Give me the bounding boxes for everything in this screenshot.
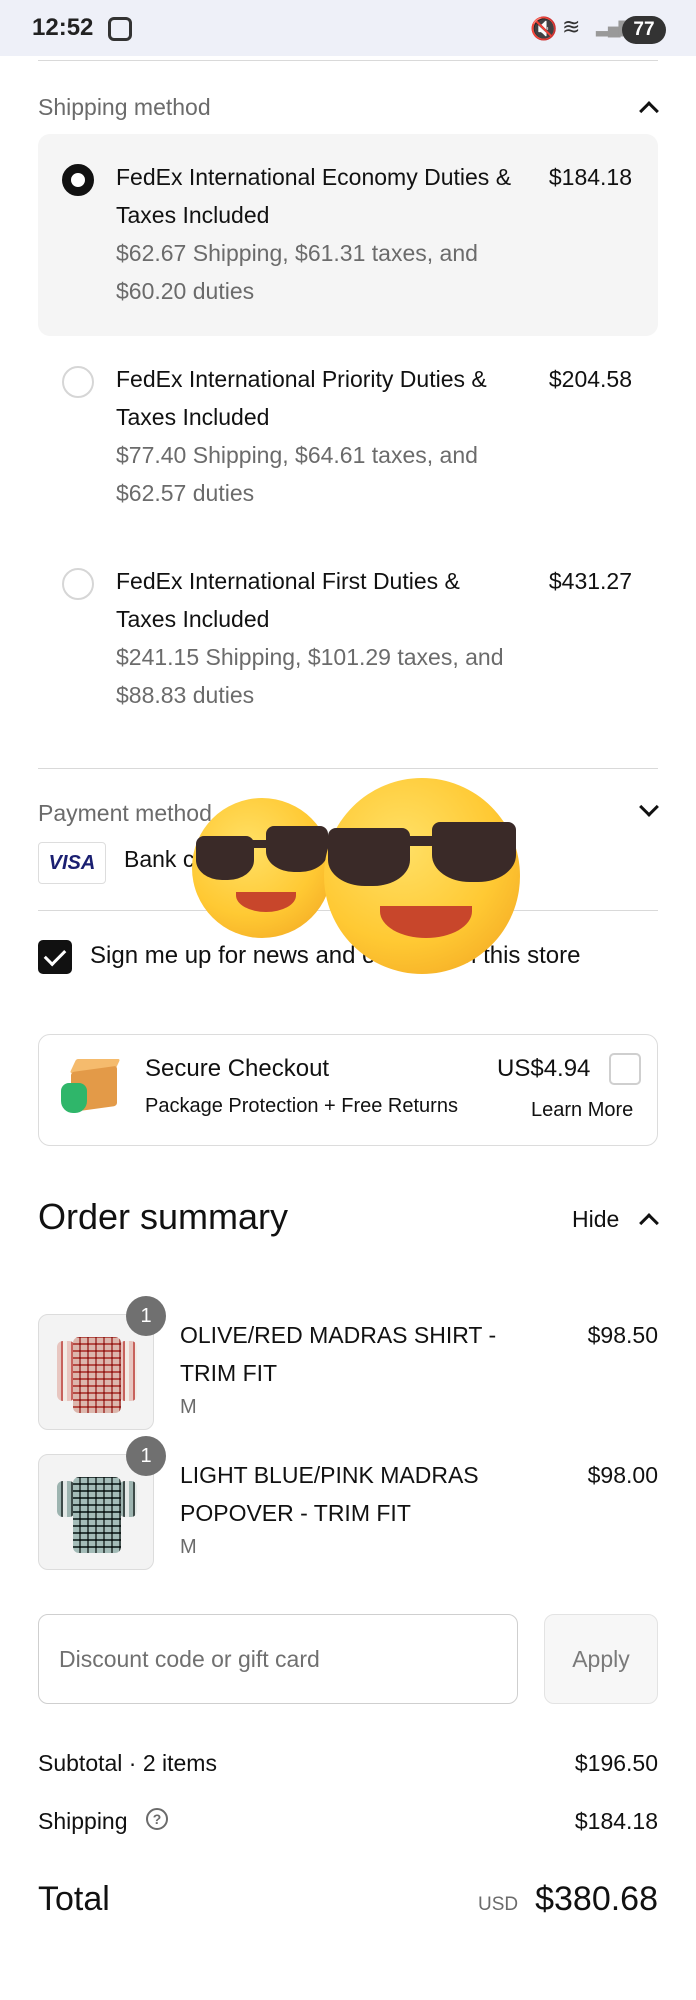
subtotal-label: Subtotal · 2 items (38, 1750, 217, 1776)
product-price: $98.00 (587, 1462, 658, 1488)
total-currency: USD (478, 1894, 519, 1915)
subtotal-value: $196.50 (574, 1750, 658, 1776)
order-summary-title: Order summary (38, 1196, 289, 1237)
battery-icon: 77 (622, 16, 666, 44)
shipping-option-price: $184.18 (548, 164, 632, 190)
radio-unselected-icon[interactable] (62, 366, 94, 398)
total-label: Total (38, 1880, 110, 1918)
total-value: $380.68 (535, 1880, 658, 1918)
shipping-option-name: FedEx International Economy Duties & Tax… (116, 164, 512, 228)
shipping-label: Shipping (38, 1808, 128, 1834)
learn-more-link[interactable]: Learn More (531, 1099, 633, 1122)
secure-checkout-checkbox[interactable] (609, 1053, 641, 1085)
sunglasses-emoji-icon (324, 778, 520, 974)
hide-summary-button[interactable]: Hide (572, 1206, 619, 1233)
shipping-option-name: FedEx International First Duties & Taxes… (116, 568, 460, 632)
visa-icon: VISA (38, 842, 106, 884)
screenshot-icon (108, 17, 132, 41)
shirt-icon (53, 1469, 141, 1557)
shirt-icon (53, 1329, 141, 1417)
product-variant: M (180, 1396, 197, 1418)
shipping-option-detail: $62.67 Shipping, $61.31 taxes, and $60.2… (116, 240, 478, 304)
product-price: $98.50 (587, 1322, 658, 1348)
chevron-down-icon[interactable] (639, 797, 659, 817)
shipping-option-price: $431.27 (548, 568, 632, 594)
quantity-badge: 1 (126, 1436, 166, 1476)
divider (38, 60, 658, 61)
product-variant: M (180, 1536, 197, 1558)
discount-field[interactable] (38, 1614, 518, 1704)
status-bar: 12:52 🔇 ≋ ▂▄▆ 77 (0, 0, 696, 56)
shipping-option-detail: $241.15 Shipping, $101.29 taxes, and $88… (116, 644, 504, 708)
chevron-up-icon[interactable] (639, 1213, 659, 1233)
shipping-option-priority[interactable]: FedEx International Priority Duties & Ta… (38, 336, 658, 538)
secure-checkout-subtitle: Package Protection + Free Returns (145, 1095, 458, 1117)
shipping-option-first[interactable]: FedEx International First Duties & Taxes… (38, 538, 658, 740)
shipping-method-title: Shipping method (38, 94, 211, 120)
shipping-option-detail: $77.40 Shipping, $64.61 taxes, and $62.5… (116, 442, 478, 506)
wifi-icon: ≋ (562, 14, 581, 39)
status-time: 12:52 (32, 14, 94, 41)
product-name: OLIVE/RED MADRAS SHIRT - TRIM FIT (180, 1322, 497, 1386)
mute-icon: 🔇 (530, 16, 558, 41)
shipping-value: $184.18 (574, 1808, 658, 1834)
newsletter-label: Sign me up for news and offers from this… (90, 942, 581, 969)
shipping-option-name: FedEx International Priority Duties & Ta… (116, 366, 487, 430)
secure-checkout-title: Secure Checkout (145, 1055, 330, 1082)
divider (38, 768, 658, 769)
secure-checkout-card: Secure Checkout Package Protection + Fre… (38, 1034, 658, 1146)
newsletter-checkbox[interactable] (38, 940, 72, 974)
secure-checkout-price: US$4.94 (497, 1055, 591, 1082)
shipping-option-economy[interactable]: FedEx International Economy Duties & Tax… (38, 134, 658, 336)
quantity-badge: 1 (126, 1296, 166, 1336)
product-name: LIGHT BLUE/PINK MADRAS POPOVER - TRIM FI… (180, 1462, 479, 1526)
sunglasses-emoji-icon (192, 798, 332, 938)
discount-input[interactable] (59, 1639, 499, 1679)
radio-unselected-icon[interactable] (62, 568, 94, 600)
shipping-option-price: $204.58 (548, 366, 632, 392)
radio-selected-icon[interactable] (62, 164, 94, 196)
apply-button[interactable]: Apply (544, 1614, 658, 1704)
chevron-up-icon[interactable] (639, 101, 659, 121)
help-icon[interactable]: ? (146, 1808, 168, 1830)
package-protection-icon (59, 1053, 121, 1113)
payment-method-text[interactable]: Bank c (124, 846, 194, 873)
payment-method-title: Payment method (38, 800, 212, 826)
